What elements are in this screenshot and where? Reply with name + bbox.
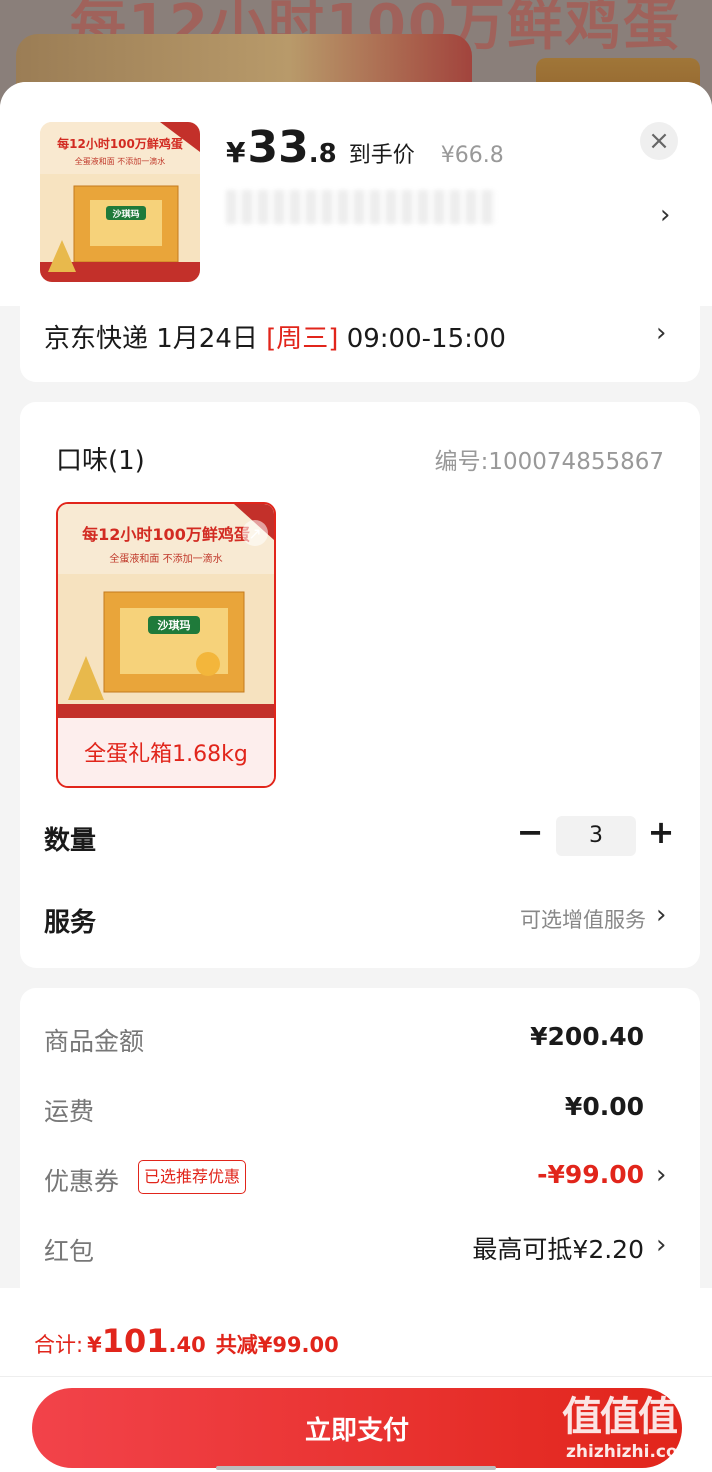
purchase-sheet: 每12小时100万鲜鸡蛋 全蛋液和面 不添加一滴水 沙琪玛 ¥ 33 .8 到手… <box>0 82 712 1472</box>
close-icon: × <box>648 126 670 156</box>
sku-sub-text: 全蛋液和面 不添加一滴水 <box>109 552 222 565</box>
price-detail-card: 商品金额 ¥200.40 运费 ¥0.00 优惠券 已选推荐优惠 -¥99.00… <box>20 988 700 1318</box>
product-thumbnail[interactable]: 每12小时100万鲜鸡蛋 全蛋液和面 不添加一滴水 沙琪玛 <box>40 122 200 282</box>
coupon-badge: 已选推荐优惠 <box>138 1160 247 1194</box>
quantity-decrease-button[interactable]: − <box>514 812 546 852</box>
delivery-row[interactable]: 京东快递 1月24日 [周三] 09:00-15:00 › <box>20 306 700 382</box>
price-decimal: .8 <box>308 139 337 169</box>
product-image: 每12小时100万鲜鸡蛋 全蛋液和面 不添加一滴水 沙琪玛 <box>40 122 200 282</box>
coupon-value[interactable]: -¥99.00 <box>537 1160 644 1189</box>
sku-brand-text: 沙琪玛 <box>158 618 191 632</box>
service-value[interactable]: 可选增值服务 <box>520 904 646 934</box>
thumb-banner-text: 每12小时100万鲜鸡蛋 <box>57 136 183 151</box>
product-code: 编号:100074855867 <box>434 449 664 475</box>
chevron-right-icon[interactable]: › <box>660 200 670 230</box>
total-label: 合计: <box>34 1333 84 1357</box>
flavor-label: 口味(1) <box>56 446 145 476</box>
price-currency: ¥ <box>226 136 246 169</box>
sku-banner-text: 每12小时100万鲜鸡蛋 <box>82 525 250 544</box>
quantity-input[interactable]: 3 <box>556 816 636 856</box>
chevron-right-icon[interactable]: › <box>656 1160 666 1190</box>
sheet-header: 每12小时100万鲜鸡蛋 全蛋液和面 不添加一滴水 沙琪玛 ¥ 33 .8 到手… <box>0 82 712 306</box>
spec-card: 口味(1) 编号:100074855867 每12小时100万鲜鸡蛋 全蛋液和面… <box>20 402 700 968</box>
chevron-right-icon: › <box>656 318 667 348</box>
total-decimal: .40 <box>168 1333 206 1357</box>
shipping-label: 运费 <box>44 1097 95 1126</box>
coupon-label: 优惠券 <box>44 1167 120 1196</box>
blurred-selection-text <box>226 190 496 224</box>
thumb-brand-text: 沙琪玛 <box>112 208 139 220</box>
expand-icon[interactable]: ↗ <box>242 520 268 546</box>
price-tag: 到手价 <box>348 143 415 168</box>
divider <box>0 1376 712 1377</box>
service-label: 服务 <box>44 908 97 938</box>
sku-option-selected[interactable]: 每12小时100万鲜鸡蛋 全蛋液和面 不添加一滴水 沙琪玛 ↗ 全蛋礼箱1.68… <box>56 502 276 788</box>
total-saving: 共减¥99.00 <box>215 1333 339 1357</box>
sku-label: 全蛋礼箱1.68kg <box>58 718 274 786</box>
quantity-label: 数量 <box>44 826 97 856</box>
thumb-sub-text: 全蛋液和面 不添加一滴水 <box>75 156 166 166</box>
original-price: ¥66.8 <box>440 143 504 168</box>
shipping-value: ¥0.00 <box>564 1092 644 1121</box>
goods-amount-label: 商品金额 <box>44 1027 145 1056</box>
delivery-date: 京东快递 1月24日 <box>44 324 267 354</box>
delivery-time: 09:00-15:00 <box>338 324 506 354</box>
site-watermark: 值值值 zhizhizhi.com <box>562 1384 712 1472</box>
red-packet-value[interactable]: 最高可抵¥2.20 <box>472 1230 644 1266</box>
price-integer: 33 <box>247 122 309 173</box>
total-currency: ¥ <box>87 1333 102 1357</box>
total-summary: 合计: ¥ 101 .40 共减¥99.00 <box>34 1322 339 1360</box>
watermark-url: zhizhizhi.com <box>566 1442 696 1462</box>
goods-amount-value: ¥200.40 <box>530 1022 644 1051</box>
price-row: ¥ 33 .8 到手价 ¥66.8 <box>226 122 504 173</box>
watermark-logo: 值值值 <box>562 1394 678 1440</box>
delivery-info: 京东快递 1月24日 [周三] 09:00-15:00 <box>44 318 506 355</box>
red-packet-label: 红包 <box>44 1237 95 1266</box>
total-integer: 101 <box>101 1322 169 1360</box>
chevron-right-icon[interactable]: › <box>656 1230 666 1260</box>
delivery-weekday: [周三] <box>266 324 339 354</box>
quantity-increase-button[interactable]: + <box>644 812 678 852</box>
chevron-right-icon[interactable]: › <box>656 900 666 930</box>
home-indicator[interactable] <box>216 1466 496 1470</box>
close-button[interactable]: × <box>640 122 678 160</box>
